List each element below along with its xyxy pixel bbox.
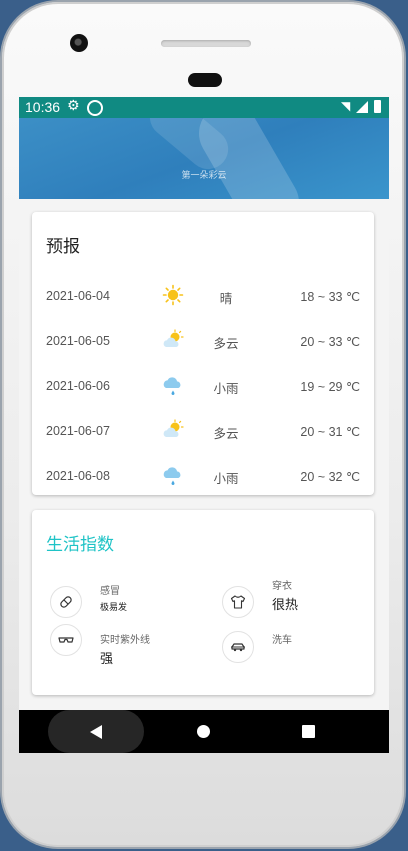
life-item-uv[interactable]: 实时紫外线 强 xyxy=(46,624,196,677)
settings-icon: ⚙ xyxy=(67,98,80,114)
life-item-dressing[interactable]: 穿衣 很热 xyxy=(218,577,368,623)
life-item-value: 极易发 xyxy=(100,603,128,613)
life-index-title: 生活指数 xyxy=(46,535,114,555)
life-item-carwash[interactable]: 洗车 xyxy=(218,631,368,677)
sunglasses-icon xyxy=(50,624,82,656)
forecast-row[interactable]: 2021-06-07 多云 20 ~ 31 ℃ xyxy=(32,410,374,455)
recents-icon[interactable] xyxy=(302,725,315,738)
light-rain-icon xyxy=(163,467,181,485)
forecast-date: 2021-06-04 xyxy=(46,289,110,303)
wifi-icon: ◥ xyxy=(341,99,351,113)
forecast-temp: 18 ~ 33 ℃ xyxy=(300,290,360,304)
life-item-name: 穿衣 xyxy=(272,581,292,592)
front-camera xyxy=(70,34,88,52)
forecast-row[interactable]: 2021-06-05 多云 20 ~ 33 ℃ xyxy=(32,320,374,365)
forecast-row[interactable]: 2021-06-06 小雨 19 ~ 29 ℃ xyxy=(32,365,374,410)
status-bar: 10:36 ⚙ ◥ xyxy=(19,97,389,118)
navigation-bar xyxy=(19,710,389,753)
speaker-grille xyxy=(161,40,251,47)
back-icon[interactable] xyxy=(90,725,102,739)
sunny-icon xyxy=(162,284,184,306)
shirt-icon xyxy=(222,586,254,618)
life-item-name: 洗车 xyxy=(272,635,292,646)
life-item-value: 很热 xyxy=(272,598,299,613)
forecast-sky: 小雨 xyxy=(213,381,239,396)
life-item-value: 强 xyxy=(100,652,114,667)
forecast-date: 2021-06-08 xyxy=(46,469,110,483)
forecast-date: 2021-06-06 xyxy=(46,379,110,393)
forecast-temp: 19 ~ 29 ℃ xyxy=(300,380,360,394)
weather-header: 第一朵彩云 xyxy=(19,118,389,199)
light-rain-icon xyxy=(163,377,181,395)
car-icon xyxy=(222,631,254,663)
life-index-card: 生活指数 感冒 极易发 穿衣 很热 实时紫外线 强 洗车 xyxy=(32,510,374,695)
forecast-title: 预报 xyxy=(46,237,80,257)
life-item-cold[interactable]: 感冒 极易发 xyxy=(46,582,196,628)
forecast-sky: 小雨 xyxy=(213,471,239,486)
forecast-temp: 20 ~ 31 ℃ xyxy=(300,425,360,439)
life-item-name: 实时紫外线 xyxy=(100,635,150,646)
battery-icon xyxy=(374,100,381,113)
forecast-temp: 20 ~ 33 ℃ xyxy=(300,335,360,349)
forecast-row[interactable]: 2021-06-08 小雨 20 ~ 32 ℃ xyxy=(32,455,374,500)
pill-icon xyxy=(50,586,82,618)
partly-cloudy-icon xyxy=(163,329,184,347)
status-time: 10:36 xyxy=(25,99,61,115)
forecast-row[interactable]: 2021-06-04 晴 18 ~ 33 ℃ xyxy=(32,275,374,320)
header-sky-text: 第一朵彩云 xyxy=(181,171,227,181)
life-item-name: 感冒 xyxy=(100,586,120,597)
forecast-date: 2021-06-07 xyxy=(46,424,110,438)
partly-cloudy-icon xyxy=(163,419,184,437)
forecast-sky: 多云 xyxy=(213,426,239,441)
sync-icon xyxy=(87,100,103,116)
forecast-card: 预报 2021-06-04 晴 18 ~ 33 ℃ 2021-06-05 多云 … xyxy=(32,212,374,495)
signal-icon xyxy=(356,101,368,113)
forecast-temp: 20 ~ 32 ℃ xyxy=(300,470,360,484)
forecast-date: 2021-06-05 xyxy=(46,334,110,348)
forecast-sky: 多云 xyxy=(213,336,239,351)
forecast-sky: 晴 xyxy=(219,291,233,306)
screen: 10:36 ⚙ ◥ 第一朵彩云 预报 2021-06-04 晴 18 ~ 33 … xyxy=(19,97,389,753)
earpiece xyxy=(188,73,222,87)
home-icon[interactable] xyxy=(197,725,210,738)
